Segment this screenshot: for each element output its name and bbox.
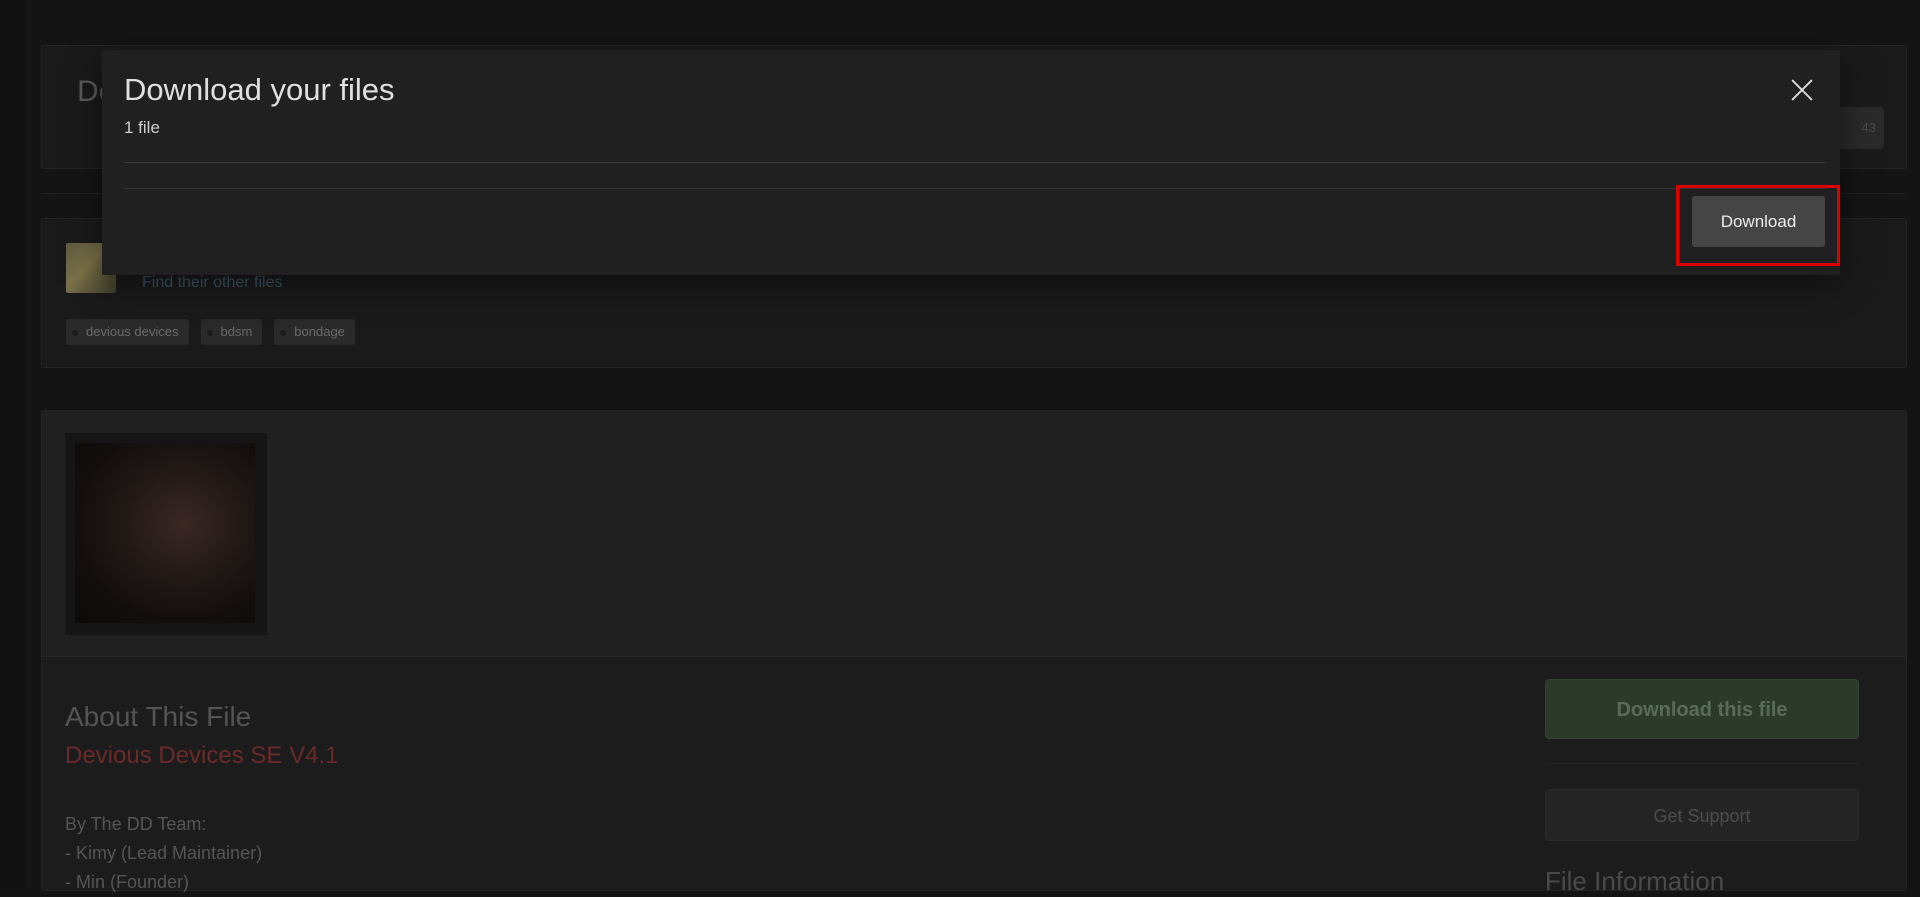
download-this-file-button[interactable]: Download this file	[1545, 679, 1859, 739]
screenshot-thumbnail[interactable]	[65, 433, 267, 635]
tag-list: devious devices bdsm bondage	[66, 319, 355, 345]
file-information-heading: File Information	[1545, 866, 1725, 896]
modal-divider	[124, 162, 1826, 163]
sidebar-divider	[1545, 763, 1859, 764]
download-modal: Download your files 1 file Download	[102, 50, 1840, 275]
description-line: - Kimy (Lead Maintainer)	[65, 843, 263, 863]
screenshot-image	[75, 443, 255, 623]
close-icon[interactable]	[1788, 76, 1816, 104]
left-rail	[0, 0, 29, 889]
modal-file-count: 1 file	[124, 118, 160, 137]
tag-devious-devices[interactable]: devious devices	[66, 319, 189, 345]
download-button[interactable]: Download	[1692, 196, 1825, 247]
description-line: - Min (Founder)	[65, 872, 190, 892]
get-support-button[interactable]: Get Support	[1545, 789, 1859, 841]
tag-bondage[interactable]: bondage	[274, 319, 355, 345]
modal-divider	[124, 188, 1826, 189]
modal-title: Download your files	[124, 72, 395, 107]
find-other-files-link[interactable]: Find their other files	[142, 274, 283, 292]
file-content-card: About This File Devious Devices SE V4.1 …	[41, 410, 1907, 896]
release-title: Devious Devices SE V4.1	[65, 742, 339, 769]
screenshot-gallery	[42, 411, 1906, 657]
count-badge[interactable]: 43	[1836, 107, 1884, 149]
description-line: By The DD Team:	[65, 814, 207, 834]
about-title: About This File	[65, 701, 252, 732]
tag-bdsm[interactable]: bdsm	[200, 319, 263, 345]
